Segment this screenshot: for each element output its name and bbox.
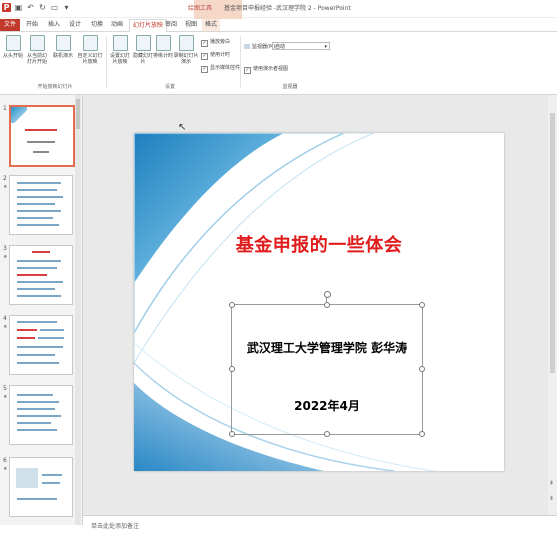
slide-thumbnail-image[interactable] [9, 457, 73, 517]
rotate-handle[interactable] [324, 291, 331, 298]
mouse-pointer-icon: ↖ [178, 122, 187, 133]
use-timings-checkbox[interactable]: ✓ 使用计时 [201, 51, 230, 60]
scrollbar-thumb[interactable] [550, 113, 555, 373]
customize-qat-icon[interactable]: ▾ [62, 3, 71, 12]
tab-insert[interactable]: 插入 [45, 19, 63, 31]
checkbox-checked-icon: ✓ [244, 67, 251, 74]
setup-slide-show-button[interactable]: 设置幻灯片放映 [108, 35, 132, 65]
save-icon[interactable]: ▣ [14, 3, 23, 12]
slide-thumbnail-image[interactable] [9, 385, 73, 445]
slide-thumbnail-image[interactable] [9, 245, 73, 305]
hide-slide-icon [135, 35, 151, 51]
rehearse-timings-button[interactable]: 排练计时 [152, 35, 174, 59]
quick-access-toolbar: P ▣ ↶ ↻ ▭ ▾ [2, 3, 71, 12]
slideshow-start-icon [5, 35, 21, 51]
slide-thumbnail-image[interactable] [9, 175, 73, 235]
hide-slide-button[interactable]: 隐藏幻灯片 [132, 35, 154, 65]
subtitle-textbox[interactable]: 武汉理工大学管理学院 彭华涛 2022年4月 [229, 291, 425, 437]
monitor-group-label: 监视器 [282, 84, 298, 90]
undo-icon[interactable]: ↶ [26, 3, 35, 12]
tab-format[interactable]: 格式 [202, 19, 221, 31]
resize-handle[interactable] [229, 302, 235, 308]
current-slide[interactable]: 基金申报的一些体会 武汉理工大学管理学院 彭华涛 2022年4月 [134, 133, 504, 471]
setup-show-icon [112, 35, 128, 51]
resize-handle[interactable] [229, 366, 235, 372]
animation-star-icon: ★ [3, 394, 8, 400]
previous-slide-icon[interactable]: ⇞ [549, 480, 554, 487]
tab-view[interactable]: 视图 [182, 19, 200, 31]
thumbnail-picture-icon [16, 468, 38, 488]
from-beginning-button[interactable]: 从头开始 [2, 35, 24, 59]
record-icon [178, 35, 194, 51]
slide-author: 武汉理工大学管理学院 彭华涛 [246, 341, 408, 355]
custom-show-icon [82, 35, 98, 51]
tab-file[interactable]: 文件 [0, 19, 20, 31]
start-from-beginning-icon[interactable]: ▭ [50, 3, 59, 12]
resize-handle[interactable] [419, 366, 425, 372]
slide-scrollbar[interactable]: ⇞ ⇟ [548, 95, 557, 515]
slide-title[interactable]: 基金申报的一些体会 [134, 231, 504, 257]
slideshow-current-icon [29, 35, 45, 51]
checkbox-checked-icon: ✓ [201, 66, 208, 73]
tab-review[interactable]: 审阅 [162, 19, 180, 31]
tab-transitions[interactable]: 切换 [88, 19, 106, 31]
resize-handle[interactable] [419, 302, 425, 308]
presenter-view-checkbox[interactable]: ✓ 使用演示者视图 [244, 65, 288, 74]
slide-thumbnail-image[interactable] [9, 105, 75, 167]
document-title: 基金项目申报经验 -武汉理学院 2 - PowerPoint [223, 5, 351, 12]
monitor-icon [244, 44, 250, 49]
online-present-button[interactable]: 联机演示 [52, 35, 74, 59]
monitor-select[interactable]: 自动 ▾ [272, 42, 330, 50]
slides-panel: 1 2 ★ 3 ★ 4 ★ 5 ★ 6 ★ [0, 95, 83, 525]
animation-star-icon: ★ [3, 466, 8, 472]
animation-star-icon: ★ [3, 254, 8, 260]
show-media-controls-checkbox[interactable]: ✓ 显示媒体控件 [201, 64, 240, 73]
notes-pane[interactable]: 单击此处添加备注 [83, 515, 557, 541]
chevron-down-icon: ▾ [324, 44, 327, 50]
rehearse-icon [155, 35, 171, 51]
animation-star-icon: ★ [3, 184, 8, 190]
slide-canvas: 基金申报的一些体会 武汉理工大学管理学院 彭华涛 2022年4月 ⇞ ⇟ [83, 95, 557, 515]
animation-star-icon: ★ [3, 324, 8, 330]
window-title: 绘图工具 基金项目申报经验 -武汉理学院 2 - PowerPoint [188, 3, 351, 12]
title-bar: P ▣ ↶ ↻ ▭ ▾ 绘图工具 基金项目申报经验 -武汉理学院 2 - Pow… [0, 0, 557, 19]
next-slide-icon[interactable]: ⇟ [549, 495, 554, 502]
resize-handle[interactable] [324, 431, 330, 437]
ribbon-separator [240, 36, 241, 88]
tab-design[interactable]: 设计 [66, 19, 84, 31]
checkbox-checked-icon: ✓ [201, 53, 208, 60]
resize-handle[interactable] [419, 431, 425, 437]
notes-placeholder: 单击此处添加备注 [91, 523, 140, 530]
resize-handle[interactable] [229, 431, 235, 437]
setup-group-label: 设置 [164, 84, 175, 90]
from-current-slide-button[interactable]: 从当前幻灯片开始 [25, 35, 49, 65]
checkbox-checked-icon: ✓ [201, 40, 208, 47]
record-slide-show-button[interactable]: 录制幻灯片演示 [173, 35, 199, 65]
ribbon-separator [106, 36, 107, 88]
resize-handle[interactable] [324, 302, 330, 308]
online-present-icon [55, 35, 71, 51]
slide-thumbnail-image[interactable] [9, 315, 73, 375]
ribbon-tabs: 文件 开始 插入 设计 切换 动画 幻灯片放映 审阅 视图 格式 [0, 19, 557, 33]
context-tab-group-label: 绘图工具 [188, 5, 213, 12]
redo-icon[interactable]: ↻ [38, 3, 47, 12]
scrollbar-thumb[interactable] [76, 99, 80, 129]
slides-panel-scrollbar[interactable] [75, 95, 81, 525]
play-narrations-checkbox[interactable]: ✓ 播放旁白 [201, 38, 230, 47]
tab-animations[interactable]: 动画 [108, 19, 126, 31]
slide-date: 2022年4月 [294, 399, 360, 413]
powerpoint-logo-icon: P [2, 3, 11, 12]
ribbon: 从头开始 从当前幻灯片开始 联机演示 自定义幻灯片放映 开始放映幻灯片 设置幻灯… [0, 32, 557, 95]
custom-slide-show-button[interactable]: 自定义幻灯片放映 [77, 35, 103, 65]
tab-home[interactable]: 开始 [23, 19, 41, 31]
start-group-label: 开始放映幻灯片 [37, 84, 73, 90]
